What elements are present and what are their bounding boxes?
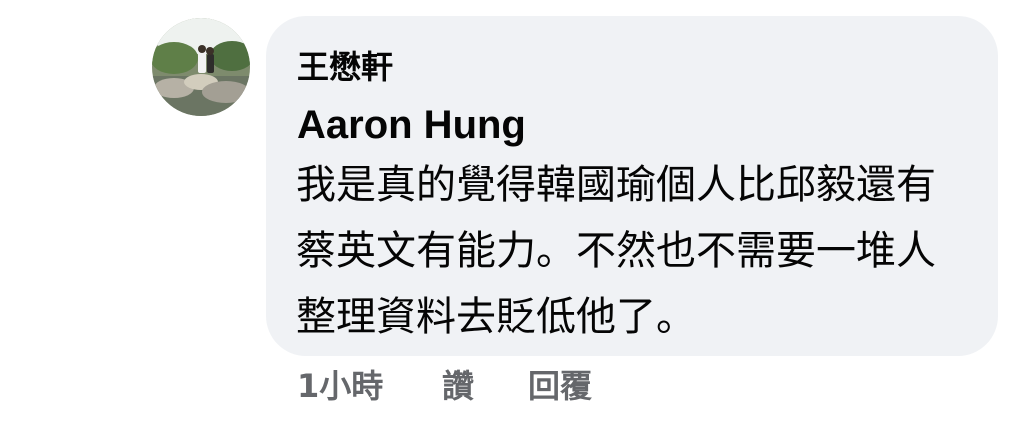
like-button[interactable]: 讚 (442, 358, 474, 414)
mentioned-user[interactable]: Aaron Hung (297, 98, 526, 152)
comment-text-line: 蔡英文有能力。不然也不需要一堆人 (296, 228, 936, 274)
comment-text-line: 我是真的覺得韓國瑜個人比邱毅還有 (296, 162, 936, 208)
reply-button[interactable]: 回覆 (528, 358, 592, 414)
profile-avatar[interactable] (152, 18, 250, 116)
comment-author[interactable]: 王懋軒 (297, 42, 393, 92)
comment-text-line: 整理資料去貶低他了。 (296, 294, 696, 340)
comment-timestamp[interactable]: 1小時 (297, 358, 383, 414)
